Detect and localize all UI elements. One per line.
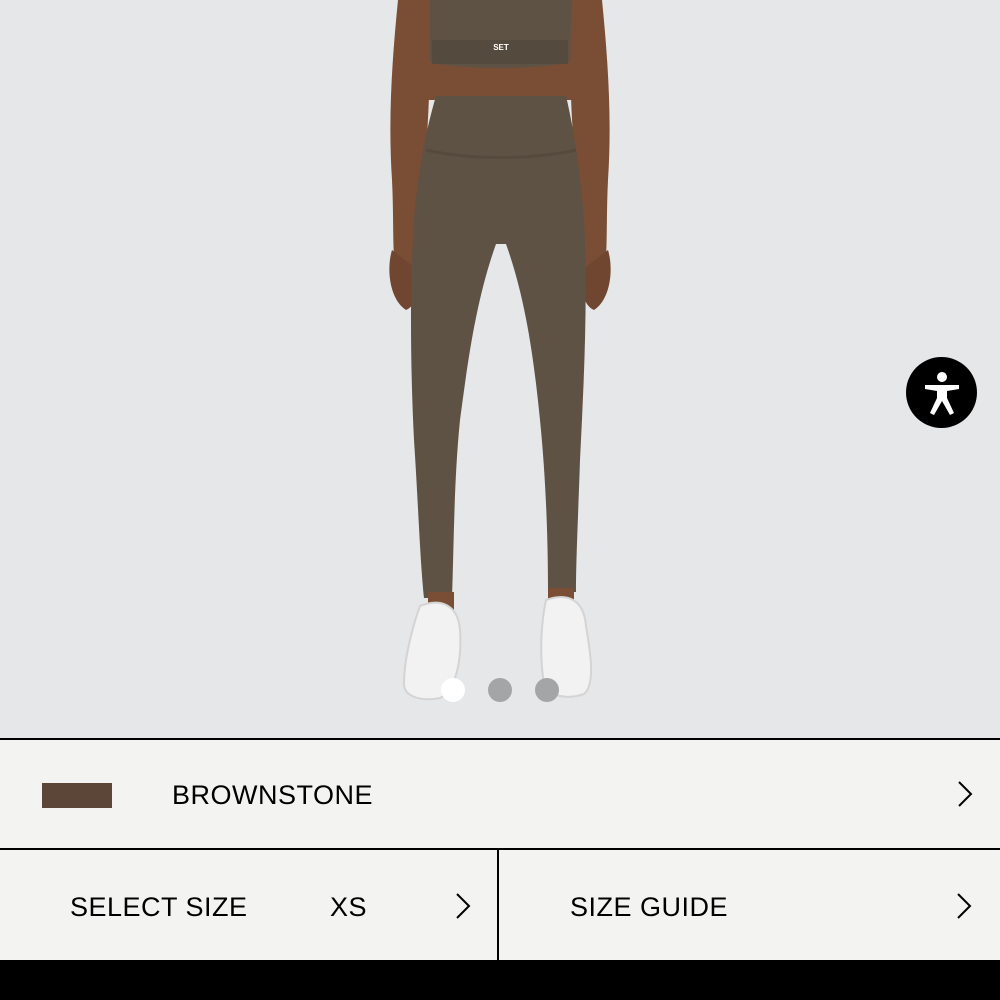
bottom-bar	[0, 960, 1000, 1000]
product-photo[interactable]: SET	[0, 0, 1000, 738]
carousel-indicators	[0, 678, 1000, 702]
color-selector[interactable]: BROWNSTONE	[0, 738, 1000, 849]
accessibility-icon	[924, 371, 959, 415]
carousel-dot-3[interactable]	[535, 678, 559, 702]
size-guide-button[interactable]: SIZE GUIDE	[499, 850, 1000, 960]
bra-logo: SET	[493, 43, 509, 52]
color-swatch	[42, 783, 112, 808]
size-selector[interactable]: SELECT SIZE XS	[0, 850, 499, 960]
chevron-right-icon	[957, 893, 972, 919]
carousel-dot-2[interactable]	[488, 678, 512, 702]
size-guide-label: SIZE GUIDE	[570, 892, 729, 922]
size-row: SELECT SIZE XS SIZE GUIDE	[0, 848, 1000, 960]
chevron-right-icon	[456, 893, 471, 919]
carousel-dot-1[interactable]	[441, 678, 465, 702]
selected-size-value: XS	[330, 892, 368, 922]
product-image-area: SET	[0, 0, 1000, 738]
accessibility-button[interactable]	[906, 357, 977, 428]
color-name: BROWNSTONE	[172, 780, 374, 810]
chevron-right-icon	[958, 781, 973, 807]
select-size-label: SELECT SIZE	[70, 892, 248, 922]
